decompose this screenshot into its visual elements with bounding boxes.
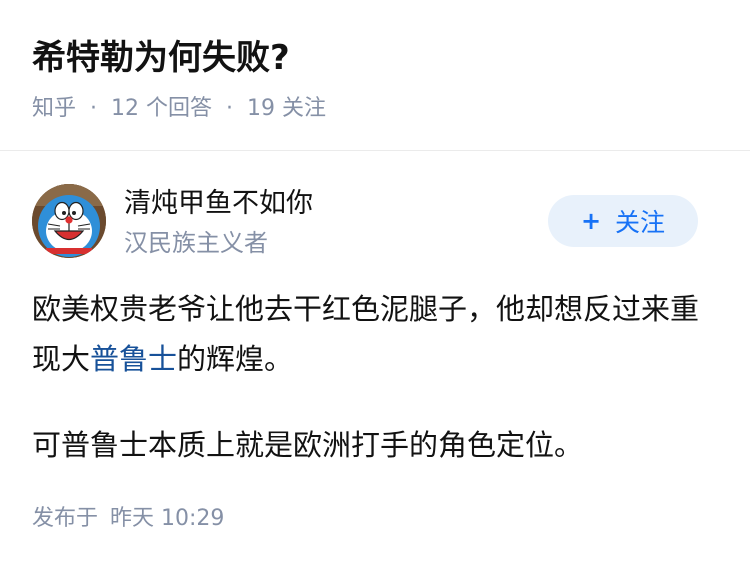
prussia-link[interactable]: 普鲁士 bbox=[90, 342, 177, 376]
answer-paragraph: 可普鲁士本质上就是欧洲打手的角色定位。 bbox=[32, 428, 584, 462]
source-label: 知乎 bbox=[32, 96, 77, 121]
published-label: 发布于 bbox=[32, 506, 99, 531]
publish-time: 发布于 昨天 10:29 bbox=[32, 502, 224, 536]
answer-paragraph: 欧美权贵老爷让他去干红色泥腿子，他却想反过来重现大普鲁士的辉煌。 bbox=[32, 284, 722, 384]
question-meta: 知乎 · 12 个回答 · 19 关注 bbox=[32, 92, 326, 126]
follow-button[interactable]: + 关注 bbox=[548, 195, 698, 247]
answer-content: 欧美权贵老爷让他去干红色泥腿子，他却想反过来重现大普鲁士的辉煌。 可普鲁士本质上… bbox=[32, 284, 722, 470]
meta-separator: · bbox=[90, 96, 98, 121]
author-badge: 汉民族主义者 bbox=[124, 229, 268, 257]
author-name[interactable]: 清炖甲鱼不如你 bbox=[124, 186, 313, 222]
doraemon-avatar-icon bbox=[32, 184, 106, 258]
avatar[interactable] bbox=[32, 184, 106, 258]
divider bbox=[0, 150, 750, 151]
plus-icon: + bbox=[580, 207, 602, 235]
answer-count[interactable]: 12 个回答 bbox=[111, 96, 212, 121]
answer-text: 的辉煌。 bbox=[177, 342, 294, 376]
question-title[interactable]: 希特勒为何失败? bbox=[32, 36, 290, 80]
follower-count[interactable]: 19 关注 bbox=[247, 96, 326, 121]
meta-separator: · bbox=[226, 96, 234, 121]
published-time: 昨天 10:29 bbox=[110, 506, 225, 531]
follow-label: 关注 bbox=[615, 208, 666, 237]
